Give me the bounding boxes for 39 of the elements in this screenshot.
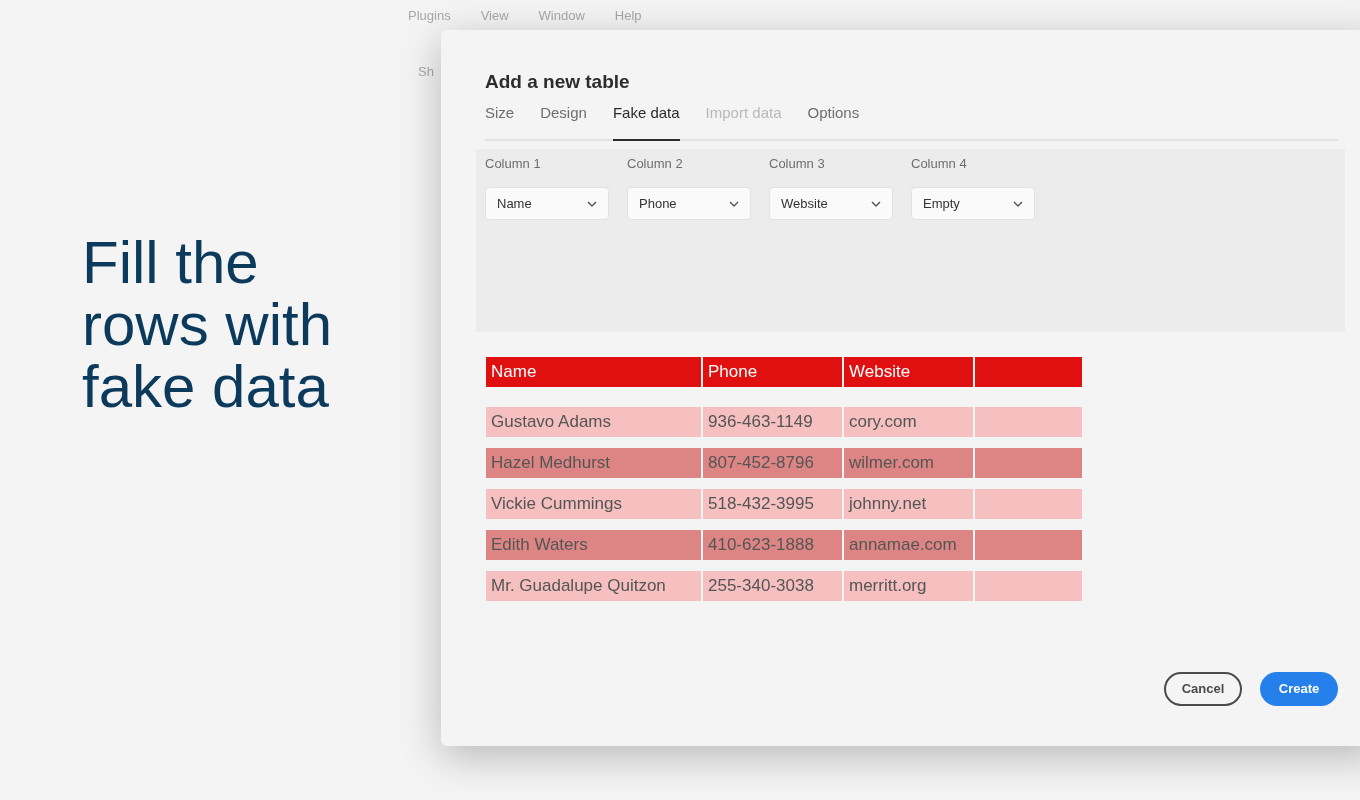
table-cell: annamae.com [844,530,973,560]
table-cell: wilmer.com [844,448,973,478]
header-cell: Website [844,357,973,387]
column-select[interactable]: Name [485,187,609,220]
table-cell: 410-623-1888 [703,530,842,560]
table-cell: Hazel Medhurst [486,448,701,478]
tab[interactable]: Options [807,104,860,141]
table-cell: Mr. Guadalupe Quitzon [486,571,701,601]
table-cell: 936-463-1149 [703,407,842,437]
chevron-down-icon [587,200,597,207]
chevron-down-icon [1013,200,1023,207]
tab[interactable]: Design [540,104,587,141]
column-select[interactable]: Phone [627,187,751,220]
table-cell: Vickie Cummings [486,489,701,519]
chevron-down-icon [729,200,739,207]
table-cell: 807-452-8796 [703,448,842,478]
column-label: Column 4 [911,156,967,172]
table-cell: Gustavo Adams [486,407,701,437]
column-label: Column 3 [769,156,825,172]
tab[interactable]: Fake data [612,104,680,141]
table-cell: johnny.net [844,489,973,519]
header-cell: Name [486,357,701,387]
column-select[interactable]: Website [769,187,893,220]
column-select[interactable]: Empty [911,187,1035,220]
tab[interactable]: Size [485,104,515,141]
cancel-button[interactable]: Cancel [1164,672,1242,706]
table-cell: merritt.org [844,571,973,601]
create-button[interactable]: Create [1260,672,1338,706]
column-label: Column 1 [485,156,541,172]
header-cell: Phone [703,357,842,387]
chevron-down-icon [871,200,881,207]
table-cell: Edith Waters [486,530,701,560]
headline: Fill the rows with fake data [82,232,334,418]
table-cell: 255-340-3038 [703,571,842,601]
dialog-title: Add a new table [485,70,630,94]
table-cell: cory.com [844,407,973,437]
table-cell: 518-432-3995 [703,489,842,519]
column-label: Column 2 [627,156,683,172]
toolbar-label: Sh [418,63,434,81]
